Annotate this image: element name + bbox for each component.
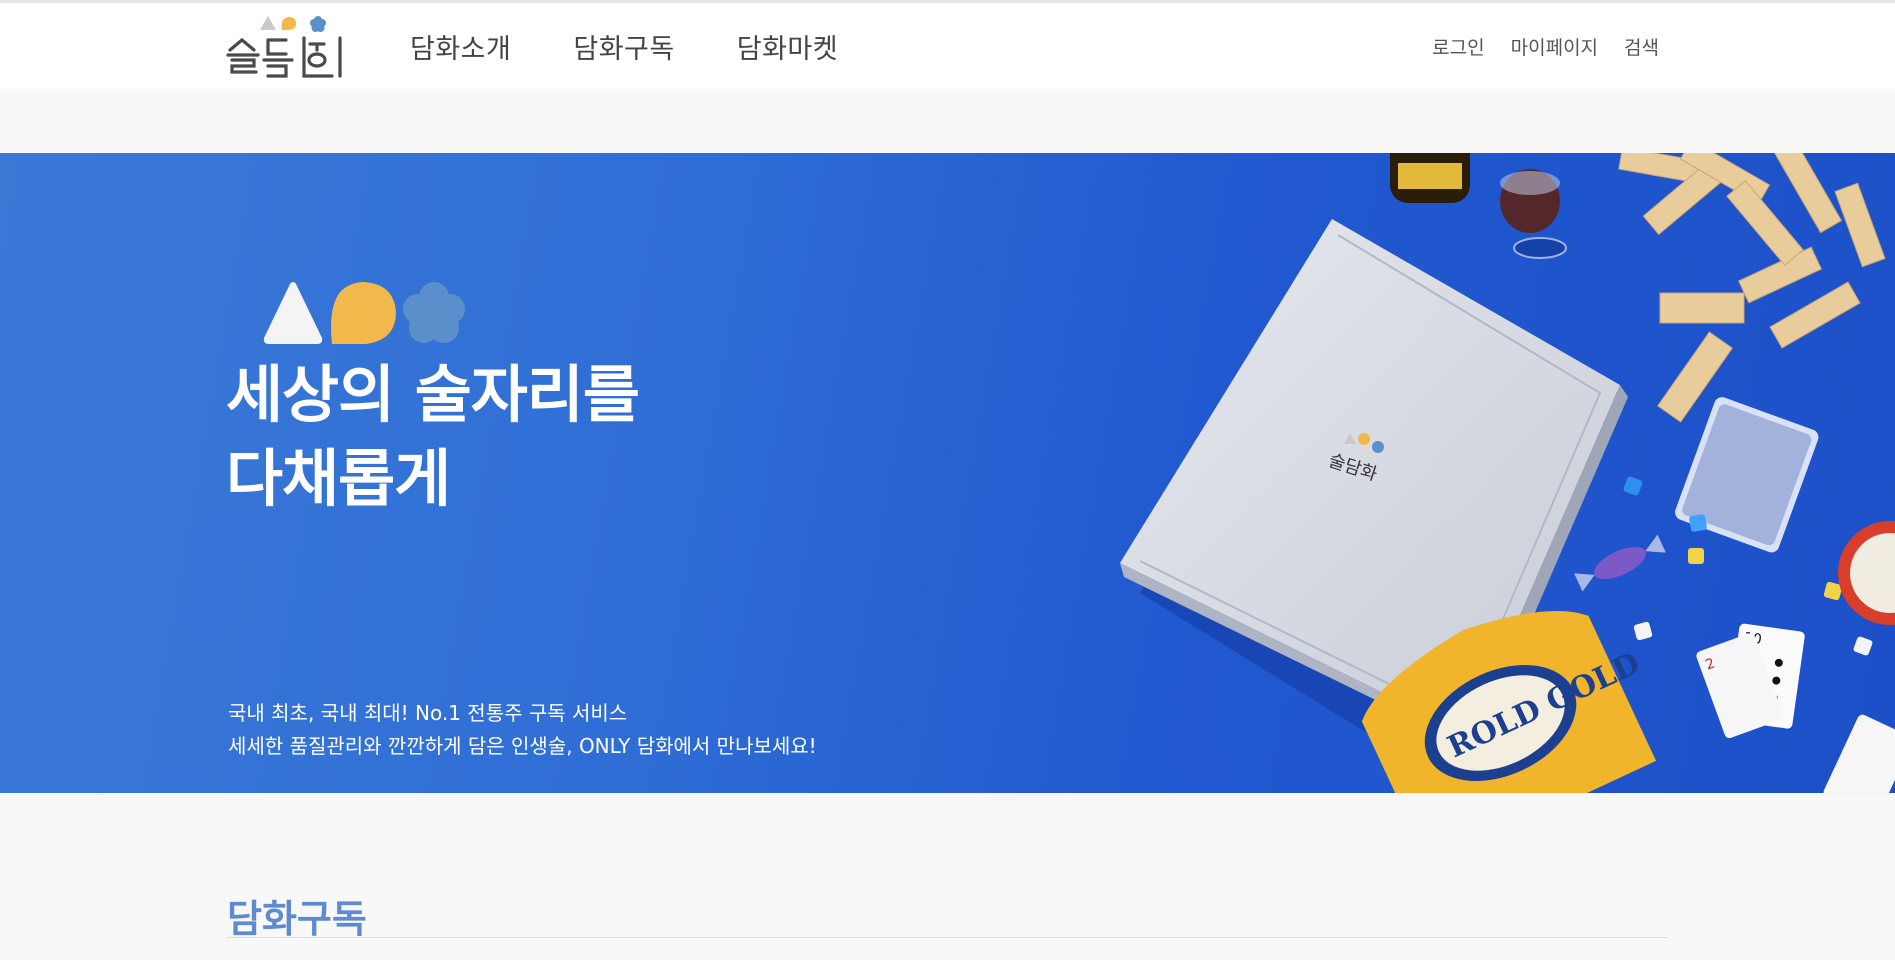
hero-subtitle: 국내 최초, 국내 최대! No.1 전통주 구독 서비스 세세한 품질관리와 …	[228, 697, 817, 763]
hero-title-line2: 다채롭게	[226, 442, 451, 515]
product-photo: 술담화 2 ROLD GOLD	[1120, 153, 1895, 793]
nav-item-subscription[interactable]: 담화구독	[573, 27, 674, 66]
login-link[interactable]: 로그인	[1432, 33, 1484, 60]
hero-banner[interactable]: 세상의 술자리를 다채롭게 국내 최초, 국내 최대! No.1 전통주 구독 …	[0, 153, 1895, 793]
brand-shapes-icon	[254, 278, 470, 354]
nav-item-market[interactable]: 담화마켓	[737, 27, 838, 66]
search-link[interactable]: 검색	[1624, 33, 1659, 60]
site-logo[interactable]	[224, 10, 364, 80]
site-header: 담화소개 담화구독 담화마켓 로그인 마이페이지 검색	[0, 3, 1895, 89]
main-nav: 담화소개 담화구독 담화마켓	[410, 3, 838, 89]
hero-title: 세상의 술자리를 다채롭게	[226, 353, 640, 521]
hero-subtitle-line1: 국내 최초, 국내 최대! No.1 전통주 구독 서비스	[228, 701, 628, 725]
hero-subtitle-line2: 세세한 품질관리와 깐깐하게 담은 인생술, ONLY 담화에서 만나보세요!	[228, 734, 817, 758]
section-title-subscription: 담화구독	[227, 897, 367, 941]
hero-title-line1: 세상의 술자리를	[226, 358, 640, 431]
nav-item-about[interactable]: 담화소개	[410, 27, 511, 66]
mypage-link[interactable]: 마이페이지	[1511, 33, 1598, 60]
section-divider	[227, 937, 1668, 938]
utility-nav: 로그인 마이페이지 검색	[1432, 3, 1659, 89]
